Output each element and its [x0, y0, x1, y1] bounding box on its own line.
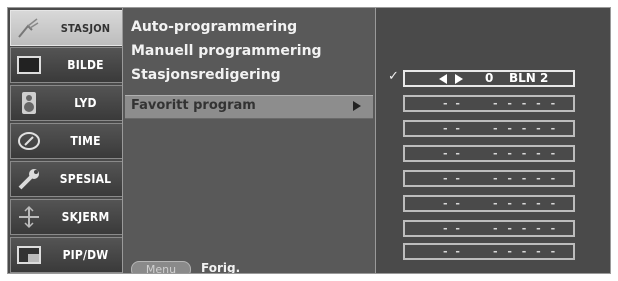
- pip-icon: [17, 246, 41, 264]
- favorite-name: - - - - -: [493, 222, 559, 235]
- favorite-name: - - - - -: [493, 147, 559, 160]
- menu-item-time[interactable]: TIME: [10, 123, 123, 159]
- menu-item-label: PIP/DW: [62, 248, 109, 262]
- option-auto-programmering[interactable]: Auto-programmering: [131, 19, 297, 35]
- menu-button[interactable]: Menu: [131, 261, 191, 273]
- favorite-slot-4[interactable]: - - - - - - -: [403, 145, 575, 162]
- favorite-slot-5[interactable]: - - - - - - -: [403, 170, 575, 187]
- favorite-name: - - - - -: [493, 172, 559, 185]
- favorite-name: - - - - -: [493, 245, 559, 258]
- submenu-panel: Auto-programmering Manuell programmering…: [122, 8, 376, 274]
- menu-item-label: STASJON: [60, 21, 111, 35]
- favorite-name: - - - - -: [493, 122, 559, 135]
- tv-osd-screen: STASJON BILDE LYD TIME SPESIAL SKJERM PI…: [7, 7, 611, 274]
- option-favoritt-program[interactable]: Favoritt program: [125, 95, 373, 119]
- wrench-icon: [18, 169, 39, 190]
- menu-item-label: SPESIAL: [59, 172, 112, 186]
- menu-item-label: TIME: [70, 134, 101, 148]
- favorite-slot-3[interactable]: - - - - - - -: [403, 120, 575, 137]
- favorite-number: - -: [443, 172, 462, 185]
- menu-item-spesial[interactable]: SPESIAL: [10, 161, 123, 197]
- favorite-number: - -: [443, 122, 462, 135]
- left-right-arrows-icon: [439, 74, 463, 84]
- menu-item-label: BILDE: [67, 58, 104, 72]
- menu-item-pip-dw[interactable]: PIP/DW: [10, 237, 123, 273]
- check-icon: ✓: [388, 69, 399, 84]
- favorite-name: BLN 2: [509, 71, 549, 85]
- arrow-right-icon: [353, 101, 361, 111]
- category-menu: STASJON BILDE LYD TIME SPESIAL SKJERM PI…: [10, 10, 124, 273]
- favoritt-program-label: Favoritt program: [131, 98, 256, 113]
- favorites-panel: ✓ 0 BLN 2 - - - - - - - - - - - - - - - …: [376, 8, 610, 273]
- menu-item-lyd[interactable]: LYD: [10, 85, 123, 121]
- menu-item-stasjon[interactable]: STASJON: [10, 10, 123, 46]
- clock-icon: [18, 132, 40, 150]
- favorite-number: - -: [443, 222, 462, 235]
- favorite-slot-1[interactable]: 0 BLN 2: [403, 70, 575, 87]
- favorite-number: - -: [443, 197, 462, 210]
- favorite-name: - - - - -: [493, 97, 559, 110]
- favorite-number: - -: [443, 97, 462, 110]
- favorite-slot-6[interactable]: - - - - - - -: [403, 195, 575, 212]
- option-stasjonsredigering[interactable]: Stasjonsredigering: [131, 67, 281, 83]
- menu-item-label: SKJERM: [61, 210, 110, 224]
- menu-item-label: LYD: [74, 96, 97, 110]
- screen-adjust-icon: [19, 205, 39, 229]
- favorite-name: - - - - -: [493, 197, 559, 210]
- favorite-slot-2[interactable]: - - - - - - -: [403, 95, 575, 112]
- tv-screen-icon: [17, 56, 41, 74]
- menu-item-skjerm[interactable]: SKJERM: [10, 199, 123, 235]
- favorite-number: - -: [443, 147, 462, 160]
- favorite-slot-8[interactable]: - - - - - - -: [403, 243, 575, 260]
- option-manuell-programmering[interactable]: Manuell programmering: [131, 43, 322, 59]
- back-label: Forig.: [201, 261, 241, 274]
- speaker-icon: [22, 92, 36, 114]
- menu-item-bilde[interactable]: BILDE: [10, 47, 123, 83]
- favorite-number: - -: [443, 245, 462, 258]
- favorite-number: 0: [485, 71, 494, 85]
- favorite-slot-7[interactable]: - - - - - - -: [403, 220, 575, 237]
- antenna-icon: [18, 18, 39, 38]
